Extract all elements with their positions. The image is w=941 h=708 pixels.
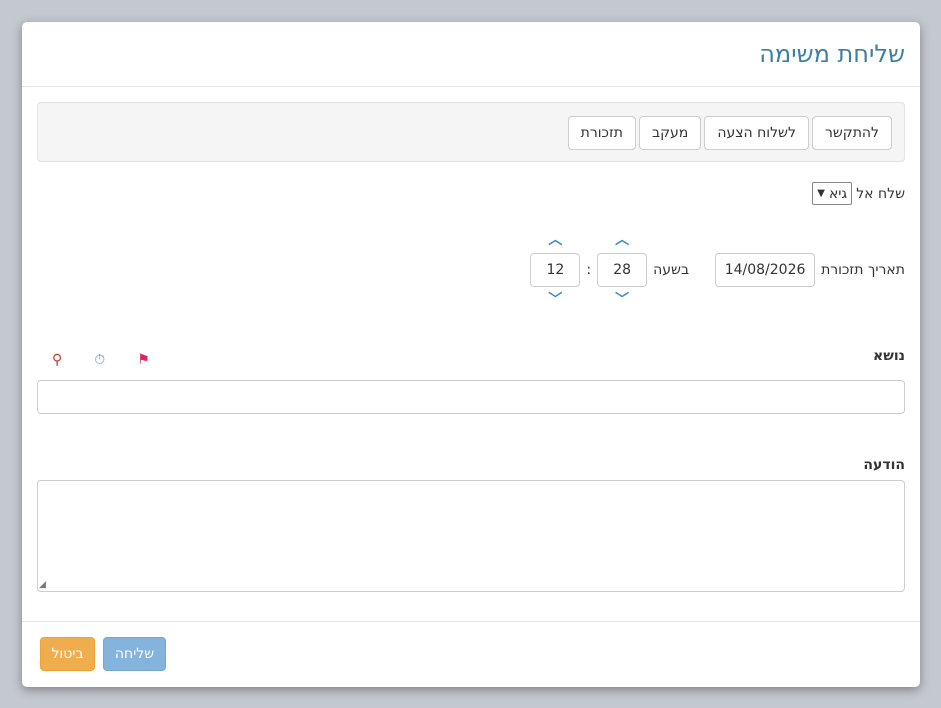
minutes-up-icon[interactable]: ︿	[615, 227, 629, 253]
send-to-row: שלח אל גיא ▼	[812, 182, 905, 205]
call-button[interactable]: להתקשר	[811, 116, 892, 150]
modal-header: שליחת משימה	[22, 22, 920, 87]
minutes-input[interactable]: 28	[597, 253, 648, 287]
modal-title: שליחת משימה	[759, 40, 905, 68]
send-to-select[interactable]: גיא ▼	[812, 182, 853, 205]
send-to-value: גיא	[828, 185, 848, 202]
message-textarea[interactable]: ◢	[37, 480, 905, 592]
resize-handle-icon[interactable]: ◢	[39, 580, 46, 590]
send-to-label: שלח אל	[856, 185, 905, 202]
send-offer-button[interactable]: לשלוח הצעה	[704, 116, 809, 150]
time-separator: :	[586, 262, 592, 278]
reminder-button[interactable]: תזכורת	[567, 116, 637, 150]
timer-icon[interactable]: ⏱	[94, 352, 105, 368]
minutes-picker: ︿ 28 ﹀	[597, 227, 648, 313]
hours-up-icon[interactable]: ︿	[548, 227, 562, 253]
hours-down-icon[interactable]: ﹀	[548, 287, 562, 313]
reminder-date-label: תאריך תזכורת	[821, 262, 905, 278]
subject-input[interactable]	[37, 380, 905, 414]
hours-picker: ︿ 12 ﹀	[530, 227, 581, 313]
send-button[interactable]: שליחה	[103, 637, 166, 671]
reminder-time-label: בשעה	[653, 262, 690, 278]
hours-input[interactable]: 12	[530, 253, 581, 287]
chevron-down-icon: ▼	[817, 188, 825, 199]
cancel-button[interactable]: ביטול	[40, 637, 95, 671]
flag-icon[interactable]: ⚑	[137, 352, 150, 368]
task-type-toolbar: להתקשר לשלוח הצעה מעקב תזכורת	[37, 102, 905, 162]
minutes-down-icon[interactable]: ﹀	[615, 287, 629, 313]
pin-icon[interactable]: ⚲	[52, 352, 62, 368]
task-modal: שליחת משימה להתקשר לשלוח הצעה מעקב תזכור…	[22, 22, 920, 687]
reminder-row: תאריך תזכורת 14/08/2026 בשעה ︿ 28 ﹀ : ︿ …	[530, 227, 905, 313]
subject-label: נושא	[873, 348, 905, 364]
reminder-date-input[interactable]: 14/08/2026	[715, 253, 816, 287]
modal-footer: שליחה ביטול	[22, 621, 920, 687]
subject-icons: ⚲ ⏱ ⚑	[52, 352, 150, 368]
follow-up-button[interactable]: מעקב	[639, 116, 702, 150]
message-label: הודעה	[863, 457, 905, 473]
